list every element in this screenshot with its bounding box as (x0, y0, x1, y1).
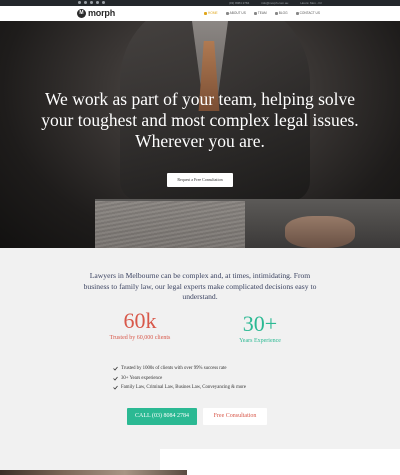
phone-link[interactable]: (03) 8084 2784 (229, 1, 249, 5)
nav-item-label: TEAM (257, 11, 267, 15)
home-icon (204, 11, 208, 15)
facebook-icon[interactable] (78, 1, 81, 4)
hero-banner: We work as part of your team, helping so… (0, 21, 400, 248)
hours-text: Hours: Mon - Fri (300, 1, 322, 5)
check-icon (113, 386, 118, 391)
check-icon (113, 367, 118, 371)
call-button[interactable]: CALL (03) 8084 2784 (127, 408, 197, 425)
social-links (78, 1, 105, 4)
users-icon (253, 11, 257, 15)
list-item: 30+ Years experience (113, 374, 246, 384)
stat-value: 60k (123, 308, 157, 333)
nav-menu: HOME ABOUT US TEAM BLOG CONTACT US (204, 11, 320, 15)
feature-text: 30+ Years experience (121, 375, 163, 381)
nav-item-blog[interactable]: BLOG (274, 11, 288, 15)
hero-image-detail (95, 201, 245, 248)
next-section-image (0, 470, 187, 475)
nav-item-about-us[interactable]: ABOUT US (225, 11, 246, 15)
request-consultation-button[interactable]: Request a Free Consultation (167, 173, 233, 187)
stat-label: Years Experience (239, 338, 281, 344)
intro-text: Lawyers in Melbourne can be complex and,… (83, 271, 317, 301)
nav-item-team[interactable]: TEAM (253, 11, 267, 15)
list-item: Family Law, Criminal Law, Busines Law, C… (113, 383, 246, 393)
stat-clients: 60k Trusted by 60,000 clients (95, 309, 185, 342)
envelope-icon (295, 11, 299, 15)
nav-item-label: HOME (208, 11, 218, 15)
stat-value: 30+ (242, 311, 278, 336)
linkedin-icon[interactable] (90, 1, 93, 4)
twitter-icon[interactable] (84, 1, 87, 4)
feature-list: Trusted by 1000s of clients with over 99… (113, 364, 246, 393)
email-link[interactable]: info@morph.com.au (261, 1, 288, 5)
logo-mark-icon: M (77, 8, 86, 18)
hero-image-detail (285, 216, 355, 248)
check-icon (113, 376, 118, 381)
logo[interactable]: M morph (77, 8, 115, 18)
list-item: Trusted by 1000s of clients with over 99… (113, 364, 246, 374)
next-section-panel (160, 449, 400, 475)
contact-info: (03) 8084 2784 info@morph.com.au Hours: … (229, 1, 322, 5)
nav-item-contact-us[interactable]: CONTACT US (295, 11, 320, 15)
logo-text: morph (88, 8, 115, 18)
info-icon (225, 11, 229, 15)
youtube-icon[interactable] (102, 1, 105, 4)
feature-text: Trusted by 1000s of clients with over 99… (121, 366, 227, 371)
free-consultation-button[interactable]: Free Consultation (203, 408, 267, 425)
nav-item-label: BLOG (278, 11, 288, 15)
instagram-icon[interactable] (96, 1, 99, 4)
document-icon (274, 11, 278, 15)
nav-item-home[interactable]: HOME (204, 11, 218, 15)
stat-label: Trusted by 60,000 clients (109, 335, 171, 341)
feature-text: Family Law, Criminal Law, Busines Law, C… (121, 385, 246, 391)
nav-item-label: ABOUT US (229, 11, 246, 15)
main-navbar: M morph HOME ABOUT US TEAM BLOG CONTACT … (0, 6, 400, 21)
hero-title: We work as part of your team, helping so… (41, 89, 359, 151)
stat-experience: 30+ Years Experience (215, 312, 305, 345)
nav-item-label: CONTACT US (299, 11, 320, 15)
